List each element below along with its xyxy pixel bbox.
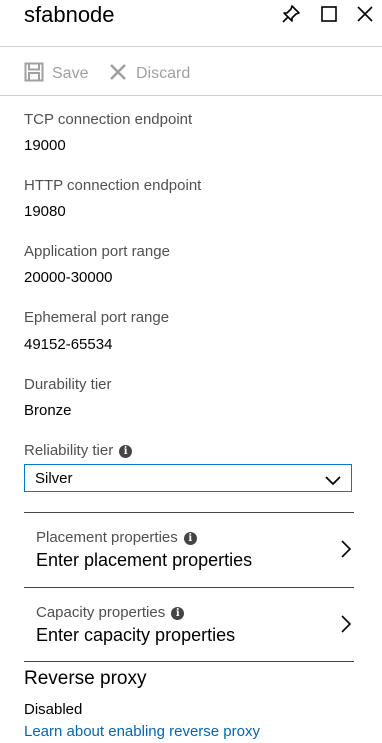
blade-header: sfabnode <box>0 0 382 46</box>
capacity-properties-label-row: Capacity properties i <box>36 604 185 621</box>
info-icon[interactable]: i <box>171 607 185 620</box>
tcp-endpoint-value: 19000 <box>24 137 66 154</box>
reliability-tier-label: Reliability tier <box>24 442 114 459</box>
http-endpoint-label: HTTP connection endpoint <box>24 177 202 194</box>
header-separator <box>0 46 382 47</box>
app-port-range-value: 20000-30000 <box>24 269 113 286</box>
reverse-proxy-title: Reverse proxy <box>24 668 147 689</box>
blade-title: sfabnode <box>24 2 115 27</box>
tcp-endpoint-label: TCP connection endpoint <box>24 111 193 128</box>
pin-button[interactable] <box>280 3 302 25</box>
save-button[interactable]: Save <box>24 60 88 88</box>
ephemeral-port-range-value: 49152-65534 <box>24 336 113 353</box>
maximize-icon <box>318 3 340 25</box>
reliability-tier-select[interactable]: Silver <box>24 464 352 492</box>
ephemeral-port-range-label: Ephemeral port range <box>24 309 170 326</box>
placement-properties-value: Enter placement properties <box>36 550 253 570</box>
info-icon[interactable]: i <box>183 532 197 545</box>
placement-properties-label-row: Placement properties i <box>36 529 197 546</box>
info-icon[interactable]: i <box>119 445 133 458</box>
close-icon <box>354 3 376 25</box>
discard-button[interactable]: Discard <box>108 60 190 88</box>
durability-tier-value: Bronze <box>24 402 72 419</box>
chevron-right-icon <box>340 539 352 564</box>
chevron-right-icon <box>340 614 352 639</box>
save-icon <box>24 62 52 87</box>
placement-properties-item[interactable]: Placement properties i Enter placement pr… <box>24 513 354 587</box>
durability-tier-label: Durability tier <box>24 376 112 393</box>
capacity-bottom-divider <box>24 661 354 662</box>
reverse-proxy-status: Disabled <box>24 701 83 718</box>
pin-icon <box>280 3 302 25</box>
app-port-range-label: Application port range <box>24 243 170 260</box>
discard-icon <box>108 62 136 87</box>
http-endpoint-value: 19080 <box>24 203 66 220</box>
reliability-tier-label-row: Reliability tier i <box>24 442 133 459</box>
capacity-properties-label: Capacity properties <box>36 604 166 621</box>
close-button[interactable] <box>354 3 376 25</box>
maximize-button[interactable] <box>318 3 340 25</box>
chevron-down-icon <box>325 473 341 491</box>
reverse-proxy-learn-more-link[interactable]: Learn about enabling reverse proxy <box>24 723 260 740</box>
reliability-tier-value: Silver <box>35 470 73 487</box>
placement-properties-label: Placement properties <box>36 529 178 546</box>
discard-label: Discard <box>136 65 191 82</box>
capacity-properties-value: Enter capacity properties <box>36 625 236 645</box>
capacity-properties-item[interactable]: Capacity properties i Enter capacity prop… <box>24 588 354 662</box>
save-label: Save <box>52 65 89 82</box>
toolbar-separator <box>0 95 382 96</box>
